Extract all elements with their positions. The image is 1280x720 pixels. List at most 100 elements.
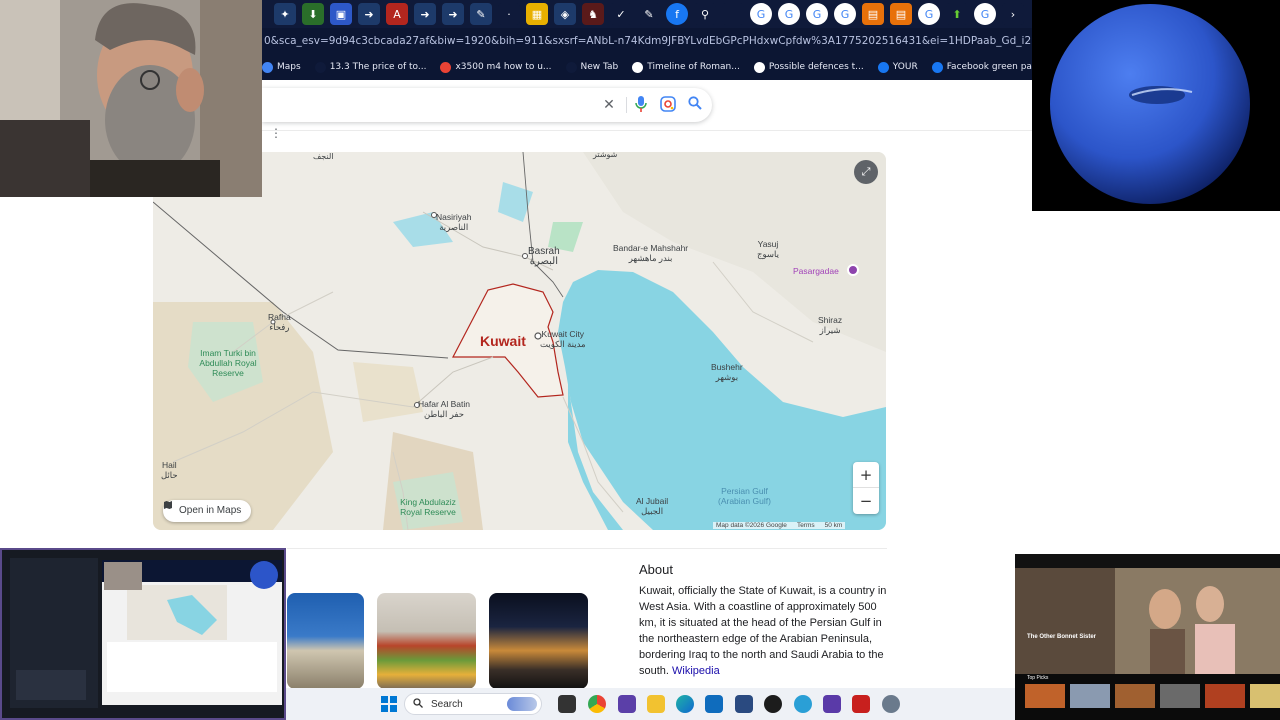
more-options-icon[interactable]: ⋮ [270,126,282,140]
tab-icon[interactable]: ▦ [526,3,548,25]
tab-icon[interactable]: ♞ [582,3,604,25]
outlook-icon[interactable] [705,695,723,713]
open-in-maps-label: Open in Maps [179,505,242,516]
map-label: شوشتر [593,152,618,159]
fullscreen-icon[interactable]: ⤢ [854,160,878,184]
bookmark-item[interactable]: 13.3 The price of to... [314,61,426,73]
google-tab-icon[interactable]: G [834,3,856,25]
bookmark-item[interactable]: Maps [262,61,301,73]
search-input[interactable]: ✕ [262,88,712,122]
map-label-king-abdulaziz-reserve: King Abdulaziz Royal Reserve [400,497,456,517]
map-label-imam-turki-reserve: Imam Turki bin Abdullah Royal Reserve [199,348,257,378]
search-highlight-icon [507,697,537,711]
tab-icon[interactable]: A [386,3,408,25]
address-bar[interactable]: 0&sca_esv=9d94c3cbcada27af&biw=1920&bih=… [262,28,1032,54]
search-area: ✕ [262,80,1032,130]
store-icon[interactable] [735,695,753,713]
search-icon[interactable] [686,96,704,114]
tab-icon[interactable]: ➜ [414,3,436,25]
zoom-in-button[interactable]: + [853,462,879,488]
bookmark-label: Possible defences t... [768,62,864,72]
tab-icon[interactable]: ✎ [638,3,660,25]
tab-icon[interactable]: ◈ [554,3,576,25]
google-tab-icon[interactable]: G [750,3,772,25]
tab-icon[interactable]: ▤ [862,3,884,25]
terms-link[interactable]: Terms [797,522,815,529]
bookmark-item[interactable]: x3500 m4 how to u... [440,61,552,73]
streaming-preview-thumbnail: The Other Bonnet Sister Top Picks [1015,554,1280,720]
app-icon[interactable] [852,695,870,713]
obs-icon[interactable] [764,695,782,713]
bookmark-favicon-icon [753,61,765,73]
tab-icon[interactable]: ✎ [470,3,492,25]
map-label-rafha: Rafha رفحاء [268,312,291,332]
bookmark-favicon-icon [565,61,577,73]
tab-icon[interactable] [722,3,744,25]
tab-icon[interactable]: ▤ [890,3,912,25]
wikipedia-link[interactable]: Wikipedia [672,665,720,677]
divider [287,548,887,549]
app-icon[interactable] [823,695,841,713]
bookmark-item[interactable]: YOUR [877,61,918,73]
app-icon[interactable] [618,695,636,713]
edge-icon[interactable] [676,695,694,713]
photo-thumbnail[interactable] [377,593,476,689]
chrome-icon[interactable] [588,695,606,713]
task-view-icon[interactable] [558,695,576,713]
bookmark-item[interactable]: Timeline of Roman... [632,61,740,73]
tab-icon[interactable]: ✦ [274,3,296,25]
tab-icon[interactable]: ▣ [330,3,352,25]
pasargadae-pin-icon[interactable] [847,264,859,276]
telegram-icon[interactable] [794,695,812,713]
zoom-out-button[interactable]: − [853,488,879,514]
taskbar-search-label: Search [431,698,463,710]
map-label-nasiriyah: Nasiriyah الناصرية [436,212,472,232]
photo-thumbnail[interactable] [489,593,588,689]
tab-icon[interactable]: ➜ [442,3,464,25]
row-label: Top Picks [1027,675,1049,681]
tab-icon[interactable]: · [498,3,520,25]
bookmark-item[interactable]: Facebook green party [931,61,1032,73]
country-label: Kuwait [480,333,526,349]
map-label-pasargadae: Pasargadae [793,266,839,276]
screen-preview-thumbnail [0,548,286,720]
neptune-image [1032,0,1280,211]
tab-icon[interactable]: ⬇ [302,3,324,25]
bookmark-label: New Tab [580,62,619,72]
about-heading: About [639,562,673,577]
tab-icon[interactable]: ➜ [358,3,380,25]
file-explorer-icon[interactable] [647,695,665,713]
google-tab-icon[interactable]: G [778,3,800,25]
search-icon [413,697,423,711]
bookmark-favicon-icon [314,61,326,73]
bookmark-label: YOUR [892,62,918,72]
google-tab-icon[interactable]: G [918,3,940,25]
bookmark-item[interactable]: Possible defences t... [753,61,864,73]
divider [626,97,627,113]
bookmark-favicon-icon [440,61,452,73]
open-in-maps-button[interactable]: Open in Maps [163,500,252,522]
photo-thumbnail[interactable] [287,593,364,689]
map-label-bushehr: Bushehr بوشهر [711,362,743,382]
bookmark-favicon-icon [877,61,889,73]
settings-icon[interactable] [882,695,900,713]
tab-icon[interactable]: ✓ [610,3,632,25]
lens-icon[interactable] [659,96,677,114]
clear-icon[interactable]: ✕ [600,96,618,114]
microphone-icon[interactable] [632,96,650,114]
show-title: The Other Bonnet Sister [1027,634,1097,640]
taskbar-search[interactable]: Search [404,693,542,715]
facebook-tab-icon[interactable]: f [666,3,688,25]
google-tab-icon[interactable]: G [974,3,996,25]
tab-icon[interactable]: ⬆ [946,3,968,25]
google-tab-icon[interactable]: G [806,3,828,25]
chevron-right-icon[interactable]: › [1002,3,1024,25]
maps-tab-icon[interactable]: ⚲ [694,3,716,25]
windows-start-icon[interactable] [380,695,398,713]
map-label-hail: Hail حائل [161,460,178,480]
screen: ✦ ⬇ ▣ ➜ A ➜ ➜ ✎ · ▦ ◈ ♞ ✓ ✎ f ⚲ G G G G … [0,0,1280,720]
bookmark-label: Maps [277,62,301,72]
bookmark-item[interactable]: New Tab [565,61,619,73]
taskbar: Search [286,688,1015,720]
map-panel[interactable]: النجف شوشتر Nasiriyah الناصرية Basrah البص… [153,152,886,530]
